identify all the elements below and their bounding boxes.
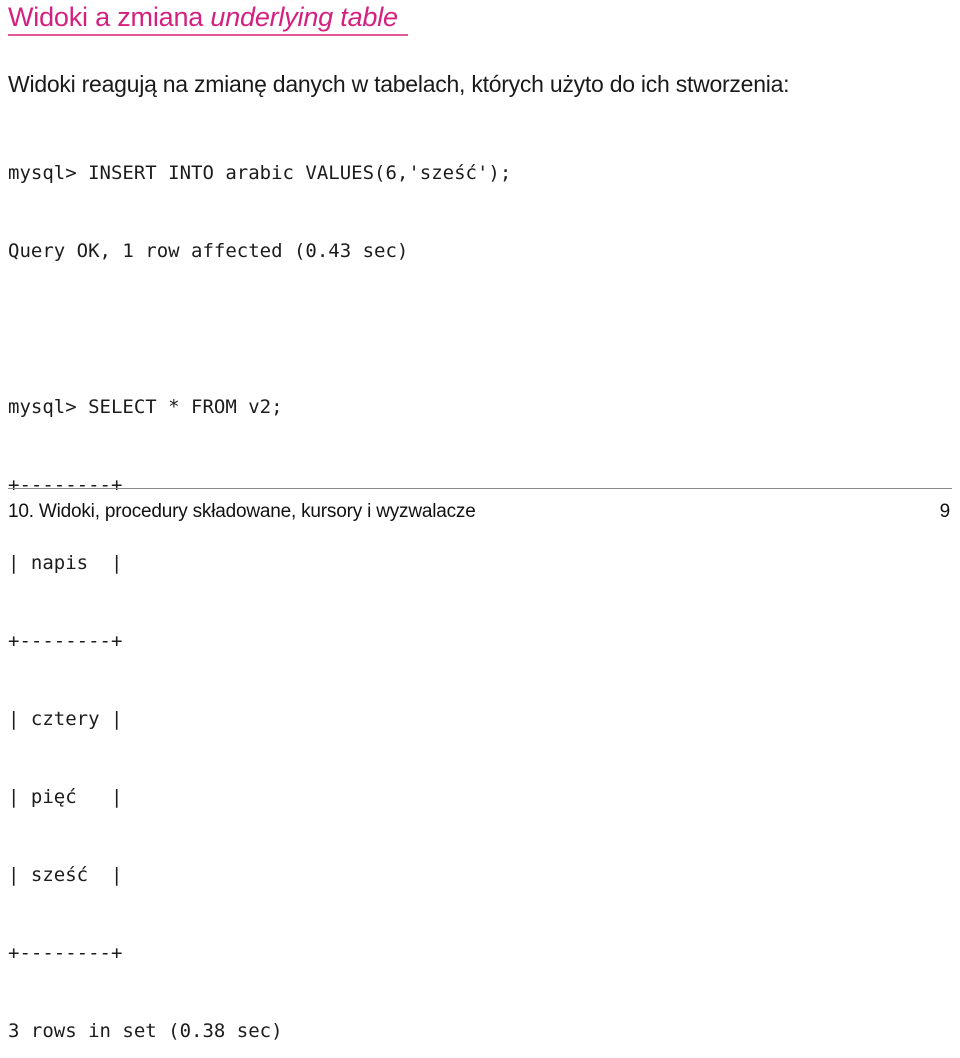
page-title: Widoki a zmiana underlying table (8, 2, 398, 32)
footer-divider (8, 488, 952, 489)
terminal-transcript: mysql> INSERT INTO arabic VALUES(6,'sześ… (8, 108, 511, 1058)
terminal-line: mysql> SELECT * FROM v2; (8, 396, 283, 418)
footer: 10. Widoki, procedury składowane, kursor… (8, 500, 952, 524)
terminal-line: | cztery | (8, 708, 123, 730)
slide: Widoki a zmiana underlying table Widoki … (0, 0, 960, 1042)
page-title-plain: Widoki a zmiana (8, 2, 211, 32)
footer-page-number: 9 (939, 501, 951, 522)
terminal-line: | napis | (8, 552, 123, 574)
terminal-line: | pięć | (8, 786, 123, 808)
title-underline-rule (8, 34, 408, 36)
terminal-line: mysql> INSERT INTO arabic VALUES(6,'sześ… (8, 162, 512, 184)
lead-paragraph: Widoki reagują na zmianę danych w tabela… (8, 71, 790, 97)
terminal-line: | sześć | (8, 864, 123, 886)
terminal-line: Query OK, 1 row affected (0.43 sec) (8, 240, 409, 262)
terminal-line: +--------+ (8, 942, 123, 964)
terminal-line: +--------+ (8, 474, 123, 496)
footer-chapter-label: 10. Widoki, procedury składowane, kursor… (8, 501, 476, 522)
title-block: Widoki a zmiana underlying table (8, 2, 928, 36)
page-title-emphasis: underlying table (210, 2, 398, 32)
terminal-line: +--------+ (8, 630, 123, 652)
terminal-line: 3 rows in set (0.38 sec) (8, 1020, 283, 1042)
